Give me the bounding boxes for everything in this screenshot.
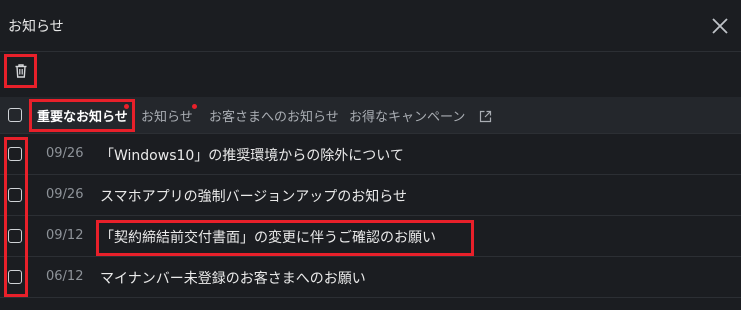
notice-date: 09/26 — [46, 187, 84, 202]
notice-row[interactable]: 06/12 マイナンバー未登録のお客さまへのお願い — [0, 257, 741, 298]
notice-date: 09/12 — [46, 228, 84, 243]
notice-title[interactable]: スマホアプリの強制バージョンアップのお知らせ — [100, 186, 407, 206]
tab-customer-notices[interactable]: お客さまへのお知らせ — [209, 106, 339, 125]
notice-row[interactable]: 09/12 「契約締結前交付書面」の変更に伴うご確認のお願い — [0, 216, 741, 257]
close-icon[interactable] — [707, 13, 733, 39]
trash-icon — [13, 63, 29, 79]
unread-dot — [192, 104, 197, 109]
tab-bar: 重要なお知らせ お知らせ お客さまへのお知らせ お得なキャンペーン — [0, 97, 741, 134]
unread-dot — [124, 104, 129, 109]
dialog-title: お知らせ — [8, 19, 64, 35]
toolbar — [0, 53, 741, 97]
tab-campaigns[interactable]: お得なキャンペーン — [349, 106, 465, 125]
row-checkbox[interactable] — [8, 188, 22, 202]
notice-date: 09/26 — [46, 146, 84, 161]
row-checkbox[interactable] — [8, 147, 22, 161]
notice-row[interactable]: 09/26 スマホアプリの強制バージョンアップのお知らせ — [0, 175, 741, 216]
select-all-checkbox[interactable] — [8, 108, 22, 122]
row-checkbox[interactable] — [8, 270, 22, 284]
row-checkbox[interactable] — [8, 229, 22, 243]
tab-notices[interactable]: お知らせ — [141, 106, 193, 125]
delete-button[interactable] — [4, 54, 37, 88]
notice-date: 06/12 — [46, 269, 84, 284]
notice-title[interactable]: マイナンバー未登録のお客さまへのお願い — [100, 268, 366, 288]
dialog-header: お知らせ — [0, 0, 741, 52]
notice-title[interactable]: 「契約締結前交付書面」の変更に伴うご確認のお願い — [100, 227, 436, 247]
notice-row[interactable]: 09/26 「Windows10」の推奨環境からの除外について — [0, 134, 741, 175]
external-link-icon[interactable] — [479, 108, 492, 123]
tab-important-notices[interactable]: 重要なお知らせ — [37, 106, 128, 125]
notice-title[interactable]: 「Windows10」の推奨環境からの除外について — [100, 145, 404, 165]
